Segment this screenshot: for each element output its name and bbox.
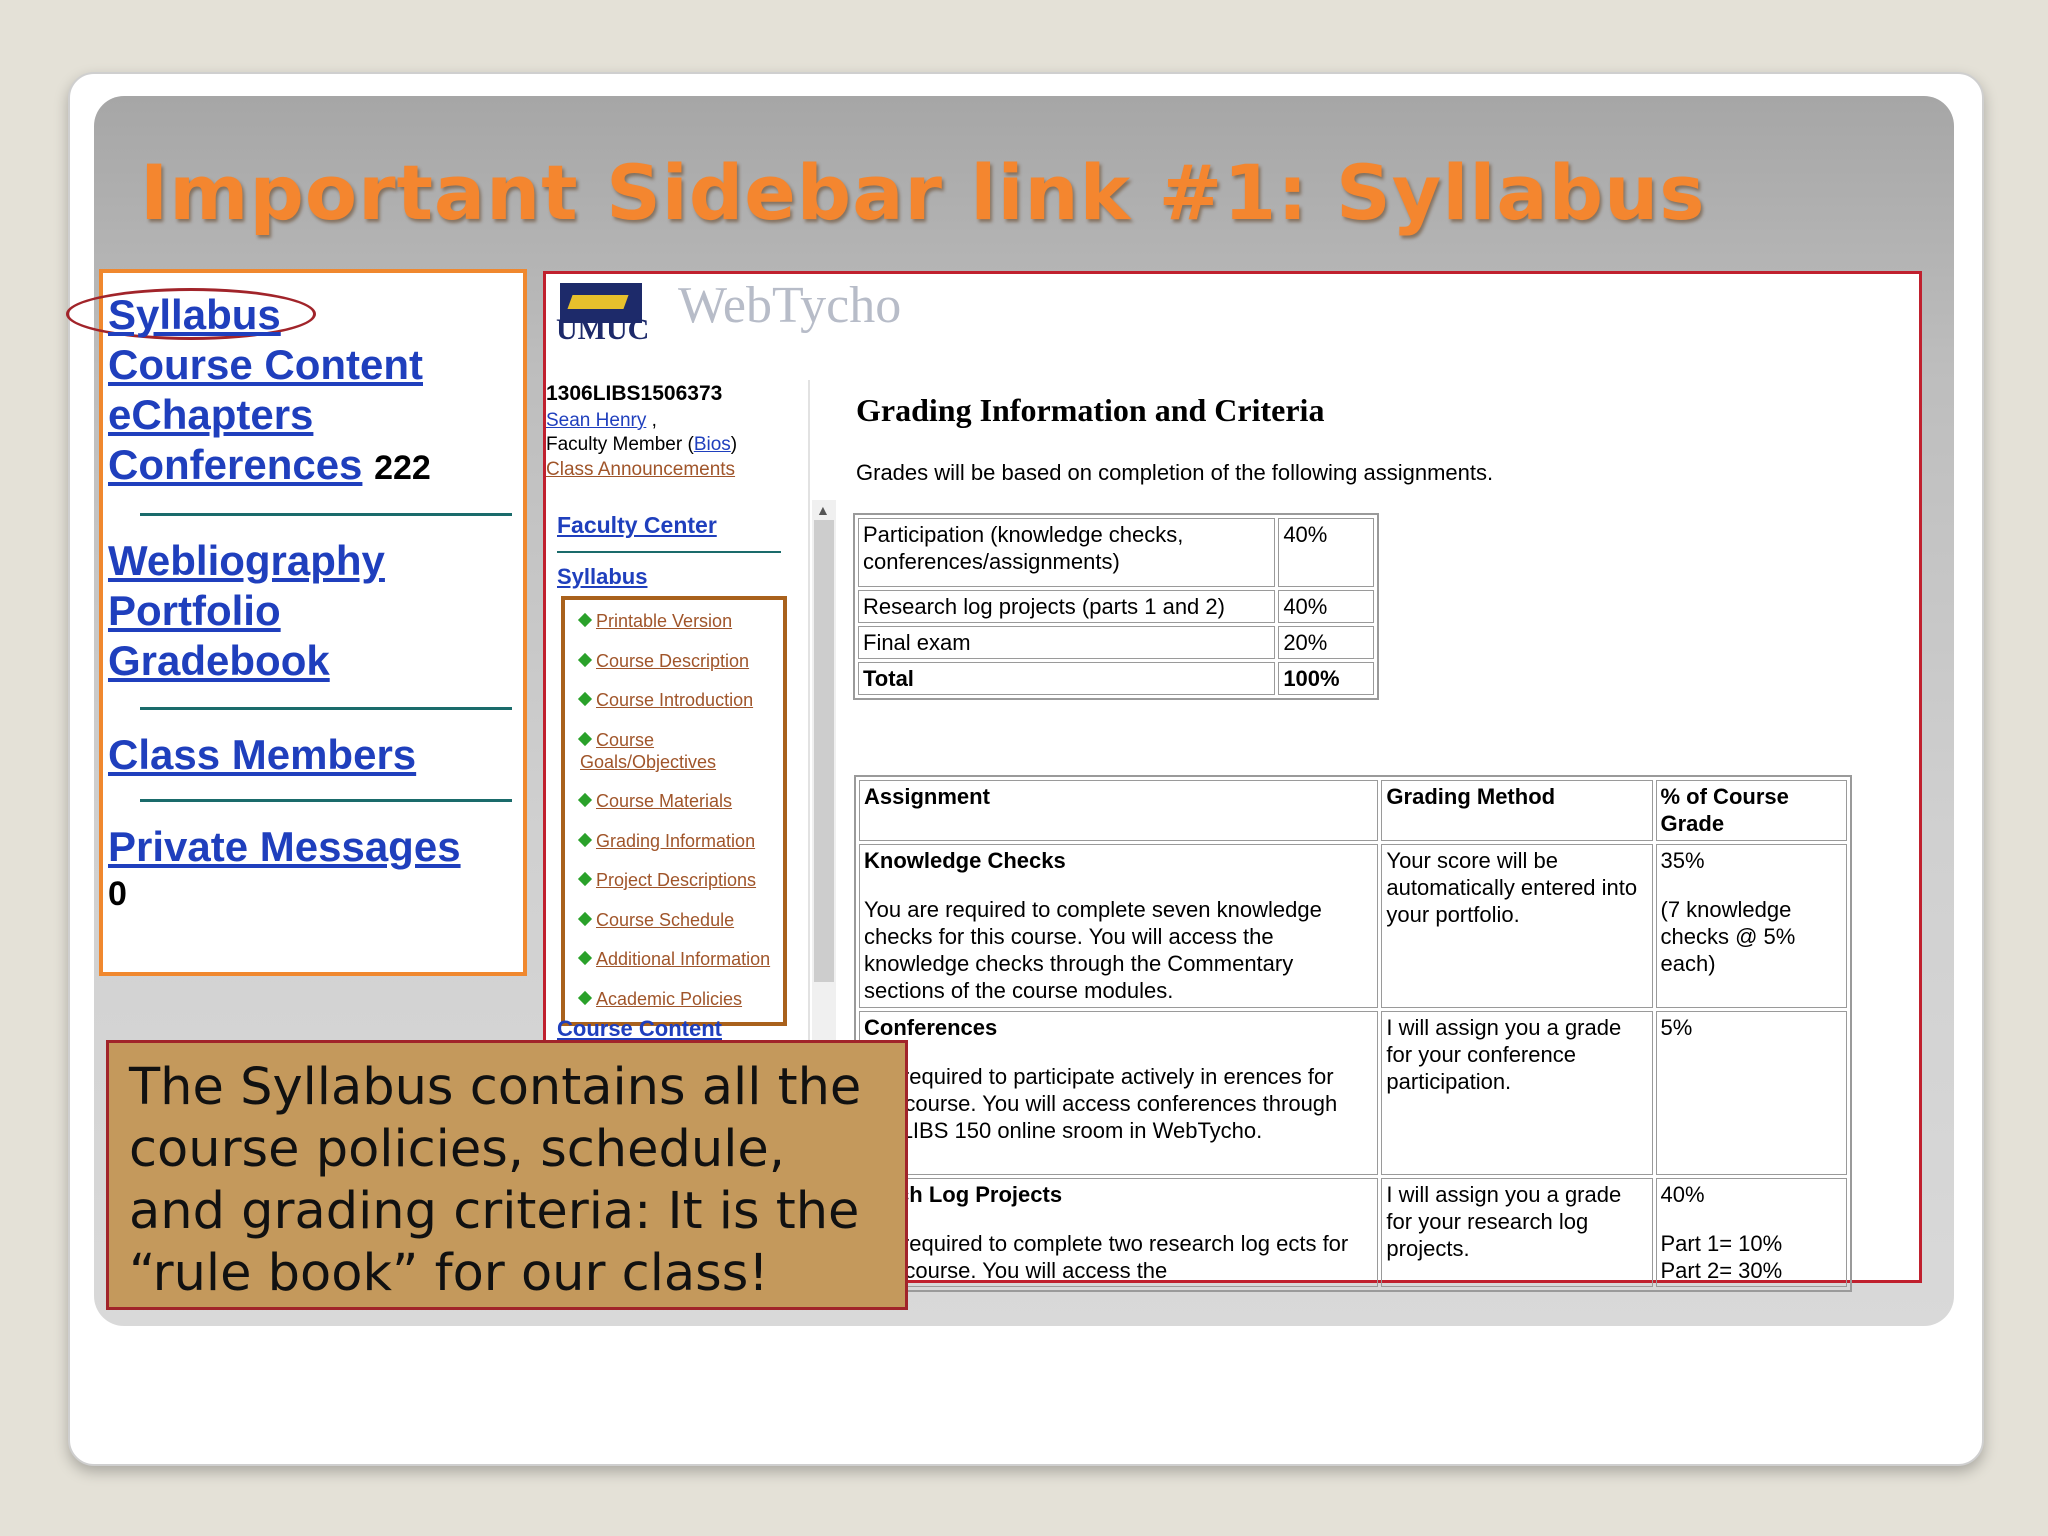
bios-link[interactable]: Bios (694, 434, 731, 455)
grade-detail-table: Assignment Grading Method % of Course Gr… (854, 775, 1852, 1292)
table-row: Participation (knowledge checks, confere… (858, 518, 1374, 587)
nav-scrollbar-thumb[interactable] (814, 520, 834, 982)
table-cell: Your score will be automatically entered… (1381, 844, 1653, 1008)
syllabus-item[interactable]: Academic Policies (577, 988, 790, 1010)
callout-box: The Syllabus contains all the course pol… (106, 1040, 908, 1310)
grade-summary-table: Participation (knowledge checks, confere… (853, 513, 1379, 700)
private-messages-count: 0 (108, 875, 127, 913)
bullet-icon (577, 612, 593, 628)
bullet-icon (577, 950, 593, 966)
logo-umuc: UMUC (556, 313, 650, 346)
logo-webtycho: WebTycho (678, 277, 902, 334)
grading-title: Grading Information and Criteria (856, 392, 1325, 428)
table-header-cell: Grading Method (1381, 780, 1653, 841)
syllabus-item[interactable]: Printable Version (577, 610, 790, 632)
bullet-icon (577, 792, 593, 808)
sidebar-link-private-messages[interactable]: Private Messages (108, 823, 461, 870)
table-cell: 35% (7 knowledge checks @ 5% each) (1655, 844, 1847, 1008)
table-row: earch Log Projects are required to comple… (859, 1178, 1847, 1287)
syllabus-item[interactable]: Course Schedule (577, 909, 790, 931)
sidebar-links-group-4: Private Messages 0 (108, 822, 461, 916)
table-cell: Research log projects (parts 1 and 2) (858, 590, 1276, 623)
nav-syllabus[interactable]: Syllabus (557, 564, 647, 590)
table-cell: Final exam (858, 626, 1276, 659)
table-cell: Conferences are required to participate a… (859, 1011, 1379, 1175)
sidebar-links-group-2: Webliography Portfolio Gradebook (108, 536, 385, 686)
table-cell: Participation (knowledge checks, confere… (858, 518, 1276, 587)
table-cell: 40% (1278, 590, 1374, 623)
syllabus-item[interactable]: Course Goals/Objectives (577, 729, 790, 773)
bullet-icon (577, 911, 593, 927)
table-row: Total 100% (858, 662, 1374, 695)
faculty-line: Faculty Member (Bios) (546, 434, 738, 455)
conferences-count: 222 (374, 449, 431, 487)
table-header-row: Assignment Grading Method % of Course Gr… (859, 780, 1847, 841)
table-cell: 40% (1278, 518, 1374, 587)
sidebar-divider (140, 799, 512, 802)
sidebar-link-syllabus[interactable]: Syllabus (108, 291, 281, 338)
table-cell: 5% (1655, 1011, 1847, 1175)
bullet-icon (577, 652, 593, 668)
table-cell: 100% (1278, 662, 1374, 695)
instructor-link[interactable]: Sean Henry (546, 410, 646, 431)
table-row: Research log projects (parts 1 and 2) 40… (858, 590, 1374, 623)
syllabus-item[interactable]: Course Materials (577, 790, 790, 812)
bullet-icon (577, 731, 593, 747)
class-announcements-link[interactable]: Class Announcements (546, 459, 735, 481)
sidebar-link-course-content[interactable]: Course Content (108, 341, 423, 388)
bullet-icon (577, 832, 593, 848)
table-cell: I will assign you a grade for your resea… (1381, 1178, 1653, 1287)
table-cell: 40% Part 1= 10% Part 2= 30% (1655, 1178, 1847, 1287)
syllabus-item[interactable]: Additional Information (577, 948, 790, 970)
slide-title: Important Sidebar link #1: Syllabus (140, 148, 1706, 237)
bullet-icon (577, 691, 593, 707)
table-cell: earch Log Projects are required to comple… (859, 1178, 1379, 1287)
sidebar-links: Syllabus Course Content eChapters Confer… (108, 290, 431, 493)
syllabus-item[interactable]: Project Descriptions (577, 869, 790, 891)
instructor-line: Sean Henry , (546, 410, 657, 431)
table-header-cell: % of Course Grade (1655, 780, 1847, 841)
nav-divider (808, 380, 810, 1040)
nav-divider-rule (557, 551, 781, 553)
sidebar-link-portfolio[interactable]: Portfolio (108, 587, 281, 634)
sidebar-link-echapters[interactable]: eChapters (108, 391, 313, 438)
bullet-icon (577, 871, 593, 887)
syllabus-item[interactable]: Course Introduction (577, 689, 790, 711)
sidebar-divider (140, 707, 512, 710)
nav-faculty-center[interactable]: Faculty Center (557, 512, 717, 539)
syllabus-item[interactable]: Grading Information (577, 830, 790, 852)
sidebar-link-class-members[interactable]: Class Members (108, 731, 416, 778)
grading-intro: Grades will be based on completion of th… (856, 460, 1494, 485)
table-row: Final exam 20% (858, 626, 1374, 659)
nav-course-content[interactable]: Course Content (557, 1016, 722, 1042)
sidebar-link-conferences[interactable]: Conferences (108, 441, 362, 488)
table-row: Conferences are required to participate a… (859, 1011, 1847, 1175)
sidebar-links-group-3: Class Members (108, 730, 416, 780)
table-cell: Total (858, 662, 1276, 695)
table-header-cell: Assignment (859, 780, 1379, 841)
table-cell: 20% (1278, 626, 1374, 659)
course-id: 1306LIBS1506373 (546, 382, 723, 405)
sidebar-link-webliography[interactable]: Webliography (108, 537, 385, 584)
sidebar-divider (140, 513, 512, 516)
scroll-up-arrow-icon[interactable]: ▲ (816, 502, 830, 518)
bullet-icon (577, 990, 593, 1006)
sidebar-link-gradebook[interactable]: Gradebook (108, 637, 330, 684)
table-row: Knowledge Checks You are required to comp… (859, 844, 1847, 1008)
syllabus-item[interactable]: Course Description (577, 650, 790, 672)
table-cell: Knowledge Checks You are required to comp… (859, 844, 1379, 1008)
table-cell: I will assign you a grade for your confe… (1381, 1011, 1653, 1175)
